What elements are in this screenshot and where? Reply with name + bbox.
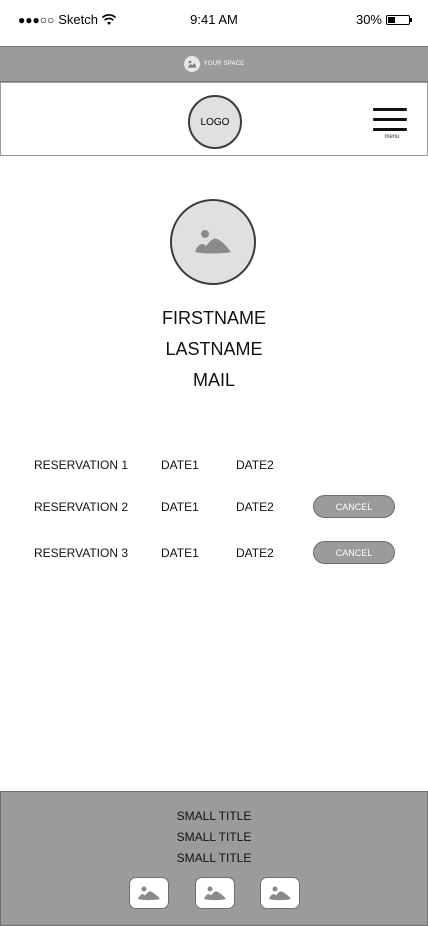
- reservation-name: RESERVATION 3: [34, 546, 129, 560]
- avatar[interactable]: [170, 199, 256, 285]
- reservation-name: RESERVATION 1: [34, 458, 129, 472]
- banner-text: YOUR SPACE: [203, 61, 245, 67]
- hamburger-icon-bar: [373, 118, 407, 121]
- battery-percentage: 30%: [355, 12, 382, 27]
- reservation-date1: DATE1: [161, 546, 199, 560]
- footer: SMALL TITLE SMALL TITLE SMALL TITLE: [0, 791, 428, 926]
- top-banner[interactable]: YOUR SPACE: [0, 46, 428, 82]
- reservation-row: RESERVATION 3 DATE1 DATE2 CANCEL: [0, 541, 428, 565]
- logo[interactable]: LOGO: [188, 95, 242, 149]
- profile-lastname: LASTNAME: [165, 339, 263, 359]
- image-icon: [269, 886, 291, 901]
- reservation-date1: DATE1: [161, 458, 199, 472]
- battery-icon: [386, 14, 412, 25]
- status-right: 30%: [355, 12, 412, 27]
- reservation-date2: DATE2: [236, 546, 274, 560]
- footer-image-icon[interactable]: [129, 877, 169, 909]
- hamburger-icon-bar: [373, 108, 407, 111]
- reservation-name: RESERVATION 2: [34, 500, 129, 514]
- menu-button[interactable]: menu: [373, 105, 409, 140]
- image-icon: [138, 886, 160, 901]
- cancel-button[interactable]: CANCEL: [313, 541, 395, 564]
- cancel-button[interactable]: CANCEL: [313, 495, 395, 518]
- profile-firstname: FIRSTNAME: [161, 308, 266, 328]
- profile-mail: MAIL: [192, 370, 235, 390]
- footer-title[interactable]: SMALL TITLE: [1, 830, 427, 844]
- reservation-date2: DATE2: [236, 500, 274, 514]
- logo-text: LOGO: [200, 116, 230, 128]
- menu-label: menu: [384, 134, 400, 140]
- footer-title[interactable]: SMALL TITLE: [1, 851, 427, 865]
- banner-image-icon: [183, 56, 200, 72]
- reservation-date1: DATE1: [161, 500, 199, 514]
- reservation-row: RESERVATION 2 DATE1 DATE2 CANCEL: [0, 495, 428, 519]
- reservation-row: RESERVATION 1 DATE1 DATE2: [0, 453, 428, 477]
- header: LOGO menu: [0, 82, 428, 156]
- status-bar: ●●●○○ Sketch 9:41 AM 30%: [0, 0, 428, 40]
- footer-title[interactable]: SMALL TITLE: [1, 809, 427, 823]
- image-icon: [204, 886, 226, 901]
- hamburger-icon-bar: [373, 128, 407, 131]
- footer-image-icon[interactable]: [195, 877, 235, 909]
- image-placeholder-icon: [195, 230, 231, 254]
- footer-image-icon[interactable]: [260, 877, 300, 909]
- reservation-date2: DATE2: [236, 458, 274, 472]
